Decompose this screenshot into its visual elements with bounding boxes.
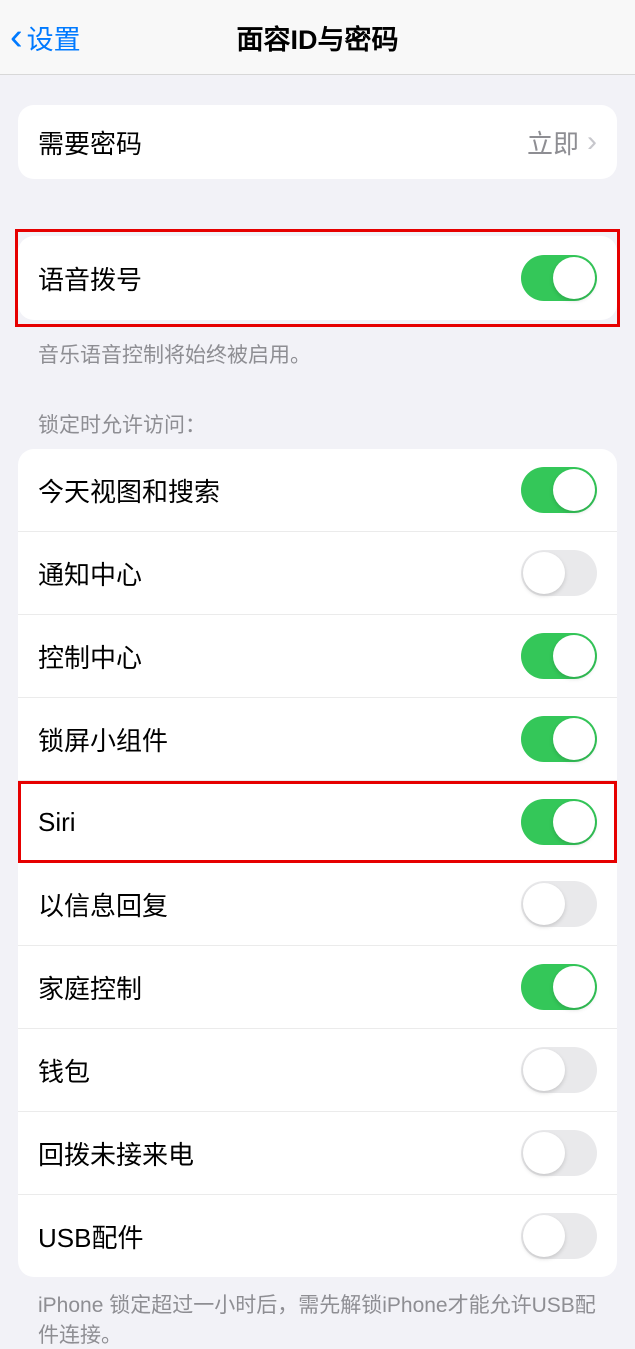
today-view-toggle[interactable] [521, 467, 597, 513]
lock-item-today-view: 今天视图和搜索 [18, 449, 617, 532]
wallet-toggle[interactable] [521, 1047, 597, 1093]
nav-header: ‹ 设置 面容ID与密码 [0, 0, 635, 75]
lock-item-label: 钱包 [38, 1052, 521, 1089]
lock-item-label: 控制中心 [38, 638, 521, 675]
voice-dial-group: 语音拨号 [18, 236, 617, 320]
control-center-toggle[interactable] [521, 633, 597, 679]
lock-item-notification-center: 通知中心 [18, 532, 617, 615]
voice-dial-label: 语音拨号 [38, 260, 521, 297]
lock-item-label: 通知中心 [38, 555, 521, 592]
lock-item-label: 家庭控制 [38, 969, 521, 1006]
lock-access-footer: iPhone 锁定超过一小时后，需先解锁iPhone才能允许USB配件连接。 [18, 1277, 617, 1349]
lock-access-header: 锁定时允许访问： [18, 409, 617, 449]
notification-center-toggle[interactable] [521, 550, 597, 596]
lock-widgets-toggle[interactable] [521, 716, 597, 762]
lock-item-label: USB配件 [38, 1218, 521, 1255]
lock-item-label: 回拨未接来电 [38, 1135, 521, 1172]
lock-item-usb-accessories: USB配件 [18, 1195, 617, 1277]
chevron-right-icon: › [587, 125, 597, 159]
voice-dial-footer: 音乐语音控制将始终被启用。 [18, 327, 617, 369]
page-title: 面容ID与密码 [0, 18, 635, 57]
lock-item-siri: Siri [18, 781, 617, 863]
back-label: 设置 [27, 18, 81, 57]
require-passcode-group: 需要密码 立即 › [18, 105, 617, 179]
require-passcode-label: 需要密码 [38, 124, 527, 161]
voice-dial-row: 语音拨号 [18, 236, 617, 320]
chevron-left-icon: ‹ [10, 18, 23, 56]
lock-item-home-control: 家庭控制 [18, 946, 617, 1029]
lock-item-wallet: 钱包 [18, 1029, 617, 1112]
back-button[interactable]: ‹ 设置 [0, 18, 81, 57]
lock-item-label: 今天视图和搜索 [38, 472, 521, 509]
lock-item-return-missed-call: 回拨未接来电 [18, 1112, 617, 1195]
lock-item-label: 以信息回复 [38, 886, 521, 923]
return-call-toggle[interactable] [521, 1130, 597, 1176]
usb-accessories-toggle[interactable] [521, 1213, 597, 1259]
lock-item-label: 锁屏小组件 [38, 721, 521, 758]
require-passcode-value: 立即 [527, 124, 579, 161]
lock-item-lock-widgets: 锁屏小组件 [18, 698, 617, 781]
lock-item-control-center: 控制中心 [18, 615, 617, 698]
highlight-voice-dial: 语音拨号 [15, 229, 620, 327]
lock-item-label: Siri [38, 807, 521, 838]
lock-access-group: 今天视图和搜索 通知中心 控制中心 锁屏小组件 Siri 以信息回复 家庭控制 [18, 449, 617, 1277]
lock-item-reply-message: 以信息回复 [18, 863, 617, 946]
voice-dial-toggle[interactable] [521, 255, 597, 301]
reply-message-toggle[interactable] [521, 881, 597, 927]
siri-toggle[interactable] [521, 799, 597, 845]
home-control-toggle[interactable] [521, 964, 597, 1010]
require-passcode-row[interactable]: 需要密码 立即 › [18, 105, 617, 179]
